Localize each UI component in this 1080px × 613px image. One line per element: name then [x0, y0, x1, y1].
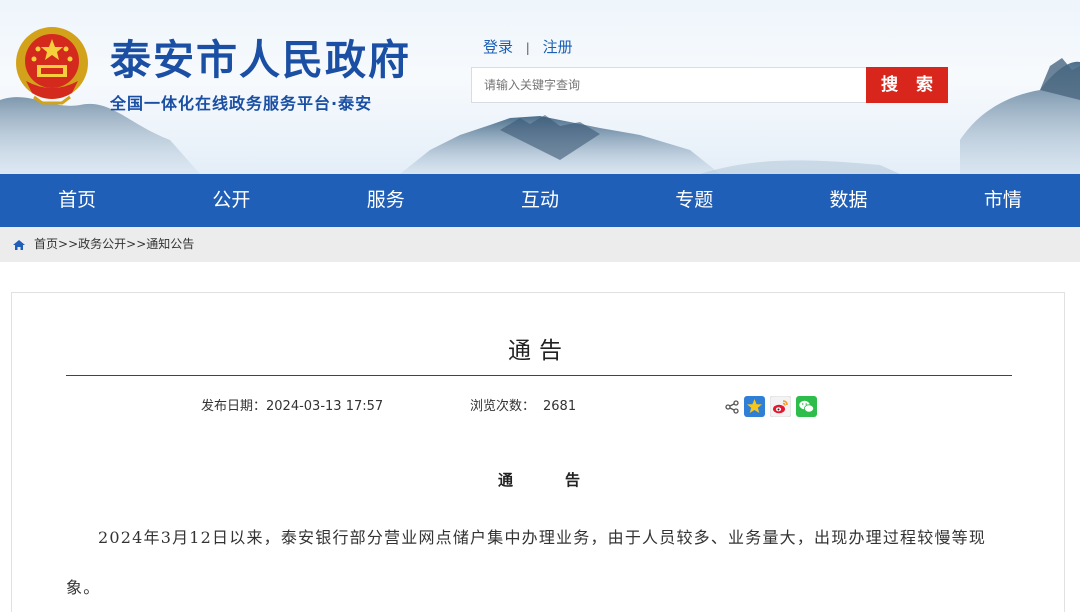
- article-paragraph: 2024年3月12日以来，泰安银行部分营业网点储户集中办理业务，由于人员较多、业…: [66, 528, 987, 597]
- article-card: 通告 发布日期：2024-03-13 17:57 浏览次数： 2681 通 告 …: [11, 292, 1065, 612]
- site-title: 泰安市人民政府: [110, 36, 411, 84]
- wechat-icon[interactable]: [796, 396, 817, 417]
- view-count: 浏览次数： 2681: [470, 395, 576, 414]
- nav-item-services[interactable]: 服务: [309, 174, 463, 227]
- search-button[interactable]: 搜 索: [866, 67, 948, 103]
- breadcrumb: 首页 >> 政务公开 >> 通知公告: [0, 227, 1080, 262]
- site-subtitle: 全国一体化在线政务服务平台·泰安: [110, 94, 373, 113]
- auth-separator: |: [525, 41, 530, 55]
- national-emblem-icon: [16, 27, 88, 105]
- nav-item-topics[interactable]: 专题: [617, 174, 771, 227]
- breadcrumb-notices[interactable]: 通知公告: [146, 227, 194, 262]
- breadcrumb-disclosure[interactable]: 政务公开: [78, 227, 126, 262]
- share-bar: [725, 396, 817, 417]
- search-input[interactable]: [471, 67, 867, 103]
- site-header: 泰安市人民政府 全国一体化在线政务服务平台·泰安 登录 | 注册 搜 索: [0, 0, 1080, 174]
- title-divider: [66, 375, 1012, 376]
- register-link[interactable]: 注册: [543, 38, 573, 56]
- breadcrumb-home[interactable]: 首页: [34, 227, 58, 262]
- nav-item-disclosure[interactable]: 公开: [154, 174, 308, 227]
- body-heading: 通告: [12, 469, 1066, 490]
- main-nav: 首页 公开 服务 互动 专题 数据 市情: [0, 174, 1080, 227]
- body-heading-char: 告: [565, 471, 581, 489]
- publish-date: 发布日期：2024-03-13 17:57: [201, 395, 383, 414]
- login-link[interactable]: 登录: [483, 38, 513, 56]
- breadcrumb-separator: >>: [58, 237, 79, 251]
- publish-date-label: 发布日期：: [201, 399, 267, 414]
- nav-item-interaction[interactable]: 互动: [463, 174, 617, 227]
- share-icon[interactable]: [725, 399, 739, 414]
- nav-item-data[interactable]: 数据: [771, 174, 925, 227]
- publish-date-value: 2024-03-13 17:57: [266, 399, 384, 414]
- article-title: 通告: [508, 338, 570, 364]
- breadcrumb-separator: >>: [126, 237, 147, 251]
- view-count-label: 浏览次数：: [470, 399, 536, 414]
- star-icon[interactable]: [744, 396, 765, 417]
- nav-item-home[interactable]: 首页: [0, 174, 154, 227]
- body-heading-char: 通: [497, 471, 513, 489]
- nav-item-city-info[interactable]: 市情: [926, 174, 1080, 227]
- home-icon: [13, 239, 25, 250]
- view-count-value: 2681: [543, 399, 577, 414]
- weibo-icon[interactable]: [770, 396, 791, 417]
- auth-links: 登录 | 注册: [483, 36, 573, 57]
